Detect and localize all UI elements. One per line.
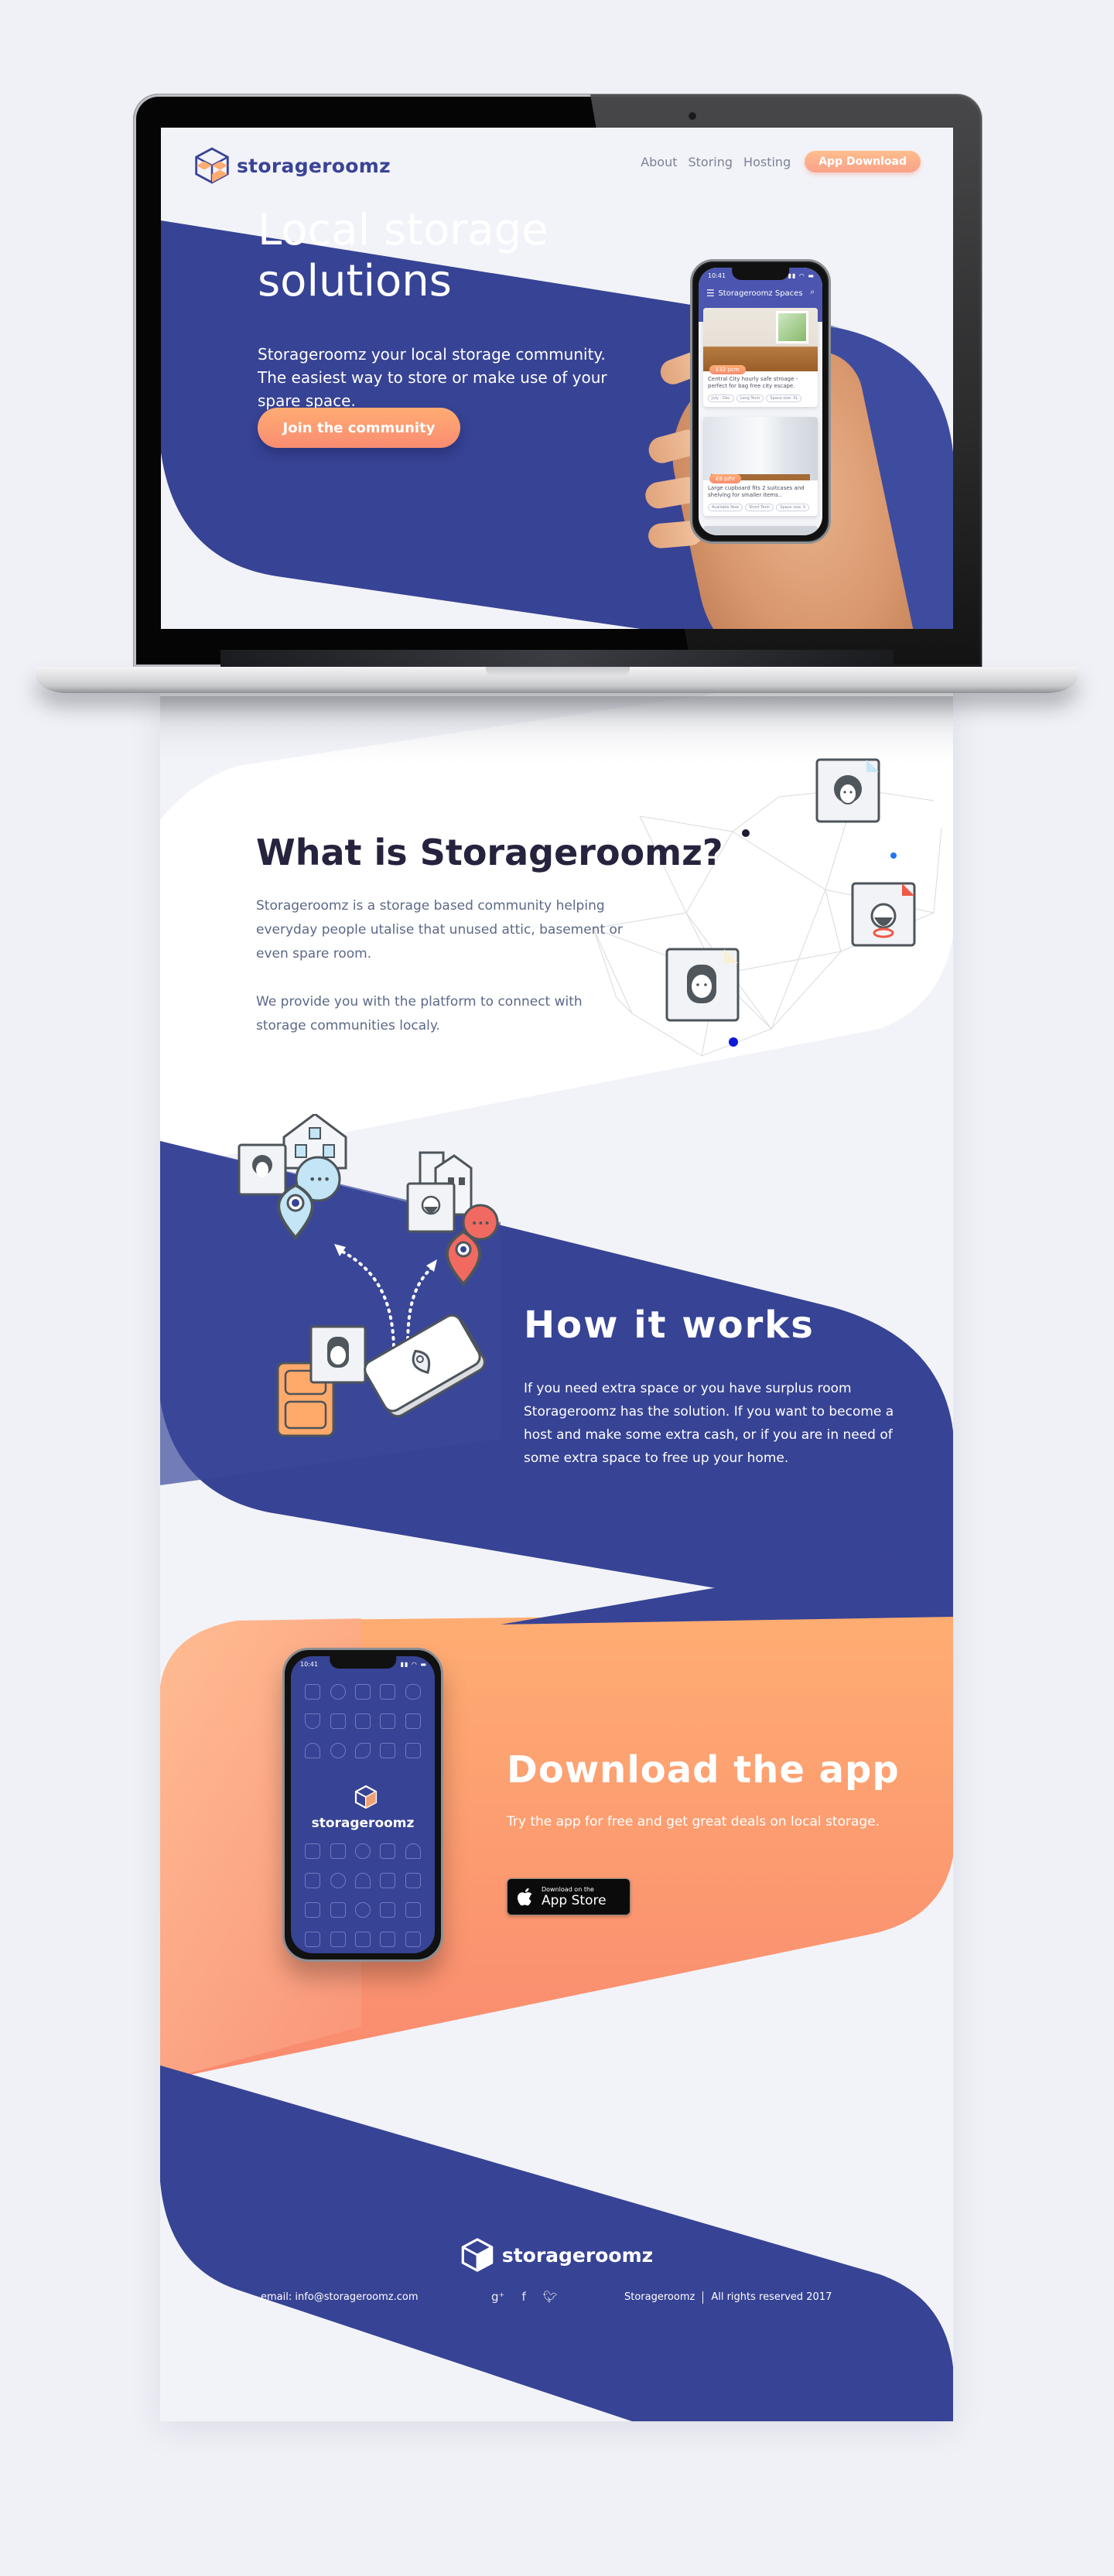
listing-card[interactable] [703, 526, 818, 535]
listing-card[interactable]: £8 p/hr Large cupboard fits 2 suitcases … [703, 417, 818, 516]
signal-wifi-battery-icon: ▮▮ ◠ ▬ [400, 1661, 427, 1668]
listing-tag: Space size: S [776, 504, 810, 511]
listing-price: £8 p/hr [709, 474, 742, 483]
nav-links: About Storing Hosting App Download [641, 151, 921, 173]
nav-link-storing[interactable]: Storing [689, 155, 733, 169]
footer-row: email: info@storageroomz.com g⁺ f 🐦︎ Sto… [160, 2290, 953, 2308]
brand-name: storageroomz [237, 154, 391, 177]
avatar-card-man-icon [851, 882, 916, 947]
app-store-badge[interactable]: Download on the App Store [507, 1878, 630, 1915]
listing-photo [703, 417, 818, 480]
storageroomz-logo-icon [461, 2238, 494, 2272]
signal-wifi-battery-icon: ▮▮ ◠ ▬ [788, 272, 815, 279]
hero-title-line-1: Local storage [258, 205, 548, 255]
how-it-works-illustration: ••• ••• [237, 1114, 499, 1437]
laptop-camera [689, 113, 695, 119]
hero-title-line-2: solutions [258, 256, 452, 306]
network-node [729, 1037, 738, 1047]
footer-email-link[interactable]: email: info@storageroomz.com [261, 2291, 418, 2303]
listing-tag: July - Dec [708, 395, 734, 402]
app-store-line-2: App Store [542, 1893, 607, 1908]
download-section-title: Download the app [507, 1748, 900, 1792]
facebook-icon[interactable]: f [521, 2290, 525, 2304]
listing-tag: Short Term [745, 504, 774, 511]
laptop-hinge [220, 650, 894, 667]
footer-company: Storageroomz [624, 2291, 695, 2303]
hero-subtitle: Storageroomz your local storage communit… [258, 345, 607, 410]
location-pin-red-icon [446, 1229, 481, 1287]
brand-logo-link[interactable]: storageroomz [193, 146, 391, 185]
storageroomz-logo-icon [354, 1785, 378, 1809]
phone-time: 10:41 [708, 272, 726, 279]
footer-divider [702, 2291, 704, 2304]
listing-price: £32 pcm [709, 365, 746, 374]
footer-brand-name: storageroomz [501, 2243, 654, 2267]
phone-time: 10:41 [300, 1661, 319, 1668]
listing-tag: Available Now [708, 504, 743, 511]
footer-social-links: g⁺ f 🐦︎ [491, 2290, 558, 2304]
nav-link-hosting[interactable]: Hosting [743, 155, 791, 169]
svg-text:•••: ••• [471, 1218, 490, 1230]
what-section-paragraph-1: Storageroomz is a storage based communit… [256, 898, 623, 962]
google-plus-icon[interactable]: g⁺ [491, 2290, 504, 2304]
item-icons-grid-bottom [300, 1843, 425, 1947]
listing-tag: Space size: XL [766, 395, 802, 402]
app-download-button[interactable]: App Download [805, 151, 921, 173]
storageroomz-logo-icon [195, 147, 229, 184]
listing-photo [703, 308, 818, 371]
laptop-notch [486, 667, 630, 676]
listing-tag: Long Term [736, 395, 764, 402]
nav-link-about[interactable]: About [641, 155, 677, 169]
app-splash-phone: 10:41 ▮▮ ◠ ▬ storageroomz [282, 1648, 443, 1962]
hero-title: Local storage solutions [258, 205, 548, 307]
twitter-icon[interactable]: 🐦︎ [543, 2290, 558, 2304]
laptop-screen: storageroomz About Storing Hosting App D… [161, 128, 953, 629]
app-title: Storageroomz Spaces [718, 289, 803, 298]
how-section-title: How it works [524, 1303, 815, 1347]
hero-phone: ☰ Storageroomz Spaces ⌕ 10:41 ▮▮ ◠ ▬ £32 … [690, 259, 831, 544]
top-nav: storageroomz About Storing Hosting App D… [161, 128, 953, 197]
how-section-paragraph: If you need extra space or you have surp… [524, 1381, 894, 1466]
network-node [742, 829, 750, 837]
footer-rights: All rights reserved 2017 [711, 2291, 832, 2303]
smartphone-icon [364, 1314, 486, 1418]
footer-brand: storageroomz [160, 2237, 953, 2273]
footer-copyright: Storageroomz All rights reserved 2017 [624, 2291, 832, 2304]
what-section-paragraph-2: We provide you with the platform to conn… [256, 994, 583, 1033]
item-icons-grid-top [300, 1684, 425, 1758]
avatar-card-girl-icon [665, 948, 740, 1022]
download-section-paragraph: Try the app for free and get great deals… [507, 1814, 880, 1830]
what-section-title: What is Storageroomz? [256, 832, 723, 873]
listing-card[interactable]: £32 pcm Central City hourly safe stroage… [703, 308, 818, 407]
svg-text:•••: ••• [309, 1172, 330, 1187]
landing-page-column: What is Storageroomz? Storageroomz is a … [160, 665, 953, 2421]
network-node [890, 852, 897, 859]
phone-brand-text: storageroomz [311, 1816, 415, 1831]
search-icon[interactable]: ⌕ [810, 288, 815, 296]
avatar-card-woman-icon [815, 758, 880, 823]
apple-icon [518, 1888, 532, 1906]
join-community-button[interactable]: Join the community [258, 408, 460, 448]
